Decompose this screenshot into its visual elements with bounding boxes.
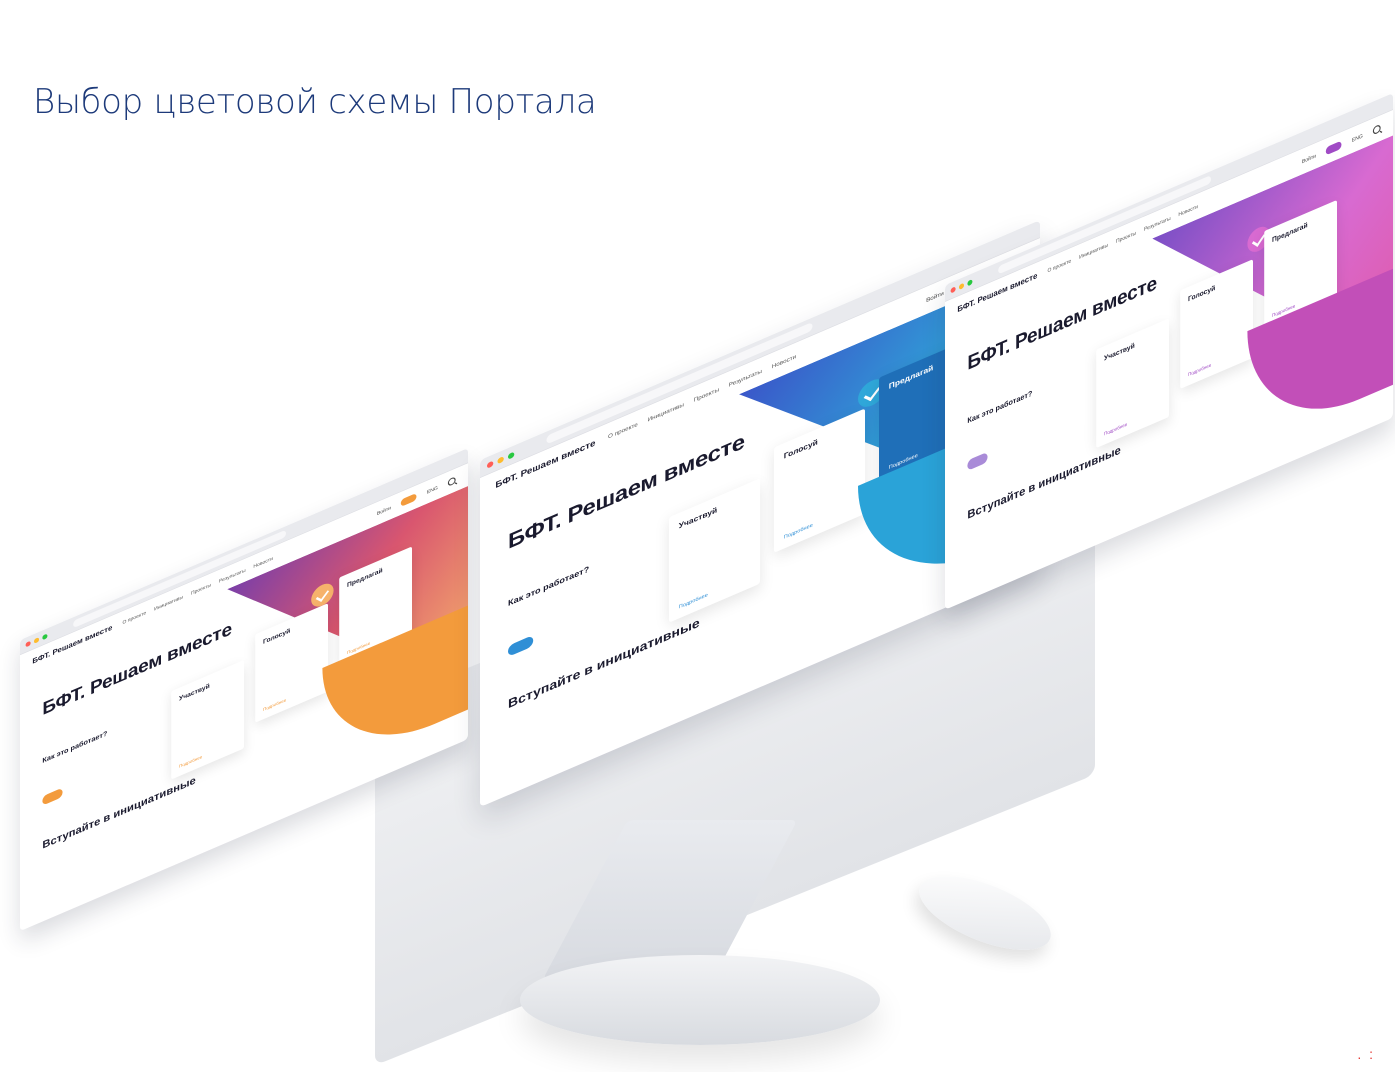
how-text: [508, 555, 641, 612]
menu-item[interactable]: О проекте: [608, 421, 638, 440]
login-link[interactable]: Войти: [1302, 153, 1316, 165]
page-title: Выбор цветовой схемы Портала: [33, 82, 597, 122]
maximize-dot-icon[interactable]: [508, 451, 515, 460]
how-title: Как это работает?: [508, 563, 590, 608]
close-dot-icon[interactable]: [25, 640, 31, 648]
card-title: Голосуй: [263, 626, 291, 646]
menu-item[interactable]: Проекты: [191, 582, 211, 596]
how-text: [42, 723, 148, 769]
card-title: Участвуй: [678, 505, 718, 531]
card-title: Голосуй: [783, 437, 818, 461]
card-more-link[interactable]: Подробнее: [179, 754, 202, 769]
menu-item[interactable]: Результаты: [729, 368, 762, 388]
card-more-link[interactable]: Подробнее: [784, 522, 813, 540]
card-more-link[interactable]: Подробнее: [679, 592, 708, 610]
search-icon[interactable]: [447, 476, 456, 487]
close-dot-icon[interactable]: [950, 285, 956, 294]
language-switch[interactable]: ENG: [427, 485, 438, 495]
menu-item[interactable]: О проекте: [122, 610, 146, 625]
maximize-dot-icon[interactable]: [967, 278, 973, 287]
join-title: Вступайте в инициативные: [42, 774, 196, 852]
login-link[interactable]: Войти: [377, 505, 391, 516]
menu-item[interactable]: Новости: [1178, 203, 1198, 217]
minimize-dot-icon[interactable]: [34, 636, 40, 644]
card-more-link[interactable]: Подробнее: [1104, 421, 1127, 436]
imac-stand-base: [520, 955, 880, 1045]
card-more-link[interactable]: Подробнее: [1188, 362, 1211, 377]
menu-item[interactable]: Новости: [772, 353, 796, 370]
how-button[interactable]: [967, 451, 988, 471]
how-text: [967, 384, 1073, 430]
menu-item[interactable]: О проекте: [1047, 258, 1071, 274]
menu-item[interactable]: Новости: [253, 556, 273, 570]
card-title: Голосуй: [1188, 283, 1216, 304]
close-dot-icon[interactable]: [487, 460, 494, 469]
card-vote[interactable]: Голосуй Подробнее: [1180, 259, 1253, 389]
minimize-dot-icon[interactable]: [497, 455, 504, 464]
card-title: Участвуй: [179, 681, 210, 703]
menu-item[interactable]: Инициативы: [1079, 242, 1108, 260]
card-participate[interactable]: Участвуй Подробнее: [1096, 318, 1169, 449]
cta-button[interactable]: [1326, 140, 1342, 156]
minimize-dot-icon[interactable]: [959, 282, 965, 290]
login-link[interactable]: Войти: [926, 290, 944, 304]
cta-button[interactable]: [401, 492, 417, 507]
how-button[interactable]: [42, 787, 63, 806]
menu-item[interactable]: Результаты: [219, 567, 246, 584]
menu-item[interactable]: Результаты: [1144, 215, 1171, 232]
how-title: Как это работает?: [42, 728, 108, 765]
card-more-link[interactable]: Подробнее: [263, 697, 286, 712]
join-title: Вступайте в инициативные: [967, 443, 1121, 522]
card-participate[interactable]: Участвуй Подробнее: [669, 478, 760, 623]
card-vote[interactable]: Голосуй Подробнее: [774, 408, 865, 553]
join-title: Вступайте в инициативные: [508, 615, 700, 712]
menu-item[interactable]: Проекты: [1116, 230, 1136, 244]
language-switch[interactable]: ENG: [1352, 133, 1363, 143]
how-button[interactable]: [508, 634, 534, 657]
decorative-dots: . :: [1357, 1046, 1375, 1062]
maximize-dot-icon[interactable]: [42, 633, 48, 641]
card-vote[interactable]: Голосуй Подробнее: [255, 603, 328, 723]
theme-preview-purple[interactable]: БФТ. Решаем вместе О проекте Инициативы …: [945, 93, 1393, 610]
search-icon[interactable]: [1372, 123, 1381, 136]
magic-mouse: [909, 860, 1061, 966]
card-participate[interactable]: Участвуй Подробнее: [171, 659, 244, 780]
menu-item[interactable]: Проекты: [694, 386, 719, 403]
card-title: Участвуй: [1104, 341, 1135, 363]
how-title: Как это работает?: [967, 388, 1033, 426]
